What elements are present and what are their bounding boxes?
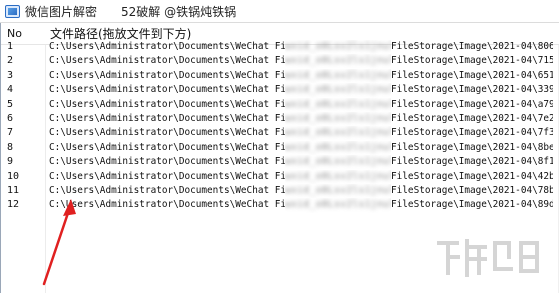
blurred-account-id: wxid_o0Lsv2ls1jnul — [285, 40, 391, 54]
blurred-text: wxid_o0Lsv2ls1jnul — [285, 41, 391, 52]
blurred-text: wxid_o0Lsv2ls1jnul — [285, 98, 391, 110]
file-path-cell: C:\Users\Administrator\Documents\WeChat … — [49, 112, 559, 126]
file-path-suffix: FileStorage\Image\2021-04\715... — [391, 55, 553, 67]
blurred-account-id: wxid_o0Lsv2ls1jnul — [285, 184, 391, 198]
blurred-text: wxid_o0Lsv2ls1jnul — [285, 84, 391, 96]
file-path-cell: C:\Users\Administrator\Documents\WeChat … — [49, 40, 559, 54]
file-path-cell: C:\Users\Administrator\Documents\WeChat … — [49, 155, 559, 169]
file-path-cell: C:\Users\Administrator\Documents\WeChat … — [49, 184, 559, 198]
blurred-text: wxid_o0Lsv2ls1jnul — [285, 170, 391, 182]
row-number: 9 — [7, 156, 14, 168]
blurred-account-id: wxid_o0Lsv2ls1jnul — [285, 112, 391, 126]
blurred-account-id: wxid_o0Lsv2ls1jnul — [285, 198, 391, 212]
row-number: 2 — [7, 55, 14, 67]
table-row[interactable]: 3 C:\Users\Administrator\Documents\WeChat… — [1, 69, 559, 83]
blurred-account-id: wxid_o0Lsv2ls1jnul — [285, 141, 391, 155]
row-number: 4 — [7, 84, 14, 96]
file-path-prefix: C:\Users\Administrator\Documents\WeChat … — [49, 112, 285, 124]
file-path-cell: C:\Users\Administrator\Documents\WeChat … — [49, 170, 559, 184]
table-row[interactable]: 7 C:\Users\Administrator\Documents\WeChat… — [1, 126, 559, 140]
file-path-prefix: C:\Users\Administrator\Documents\WeChat … — [49, 184, 285, 196]
file-path-prefix: C:\Users\Administrator\Documents\WeChat … — [49, 199, 285, 211]
table-row[interactable]: 2 C:\Users\Administrator\Documents\WeChat… — [1, 54, 559, 68]
file-path-prefix: C:\Users\Administrator\Documents\WeChat … — [49, 156, 285, 168]
file-path-suffix: FileStorage\Image\2021-04\42b... — [391, 170, 553, 182]
app-icon — [5, 4, 20, 18]
table-row[interactable]: 1 C:\Users\Administrator\Documents\WeChat… — [1, 40, 559, 54]
file-path-suffix: FileStorage\Image\2021-04\651... — [391, 69, 553, 81]
blurred-account-id: wxid_o0Lsv2ls1jnul — [285, 170, 391, 184]
table-row[interactable]: 10 C:\Users\Administrator\Documents\WeCha… — [1, 170, 559, 184]
blurred-text: wxid_o0Lsv2ls1jnul — [285, 156, 391, 168]
blurred-text: wxid_o0Lsv2ls1jnul — [285, 127, 391, 139]
blurred-account-id: wxid_o0Lsv2ls1jnul — [285, 126, 391, 140]
file-path-prefix: C:\Users\Administrator\Documents\WeChat … — [49, 98, 285, 110]
blurred-text: wxid_o0Lsv2ls1jnul — [285, 55, 391, 67]
row-number: 5 — [7, 98, 14, 110]
file-path-suffix: FileStorage\Image\2021-04\339... — [391, 84, 553, 96]
file-path-prefix: C:\Users\Administrator\Documents\WeChat … — [49, 141, 285, 153]
file-path-prefix: C:\Users\Administrator\Documents\WeChat … — [49, 84, 285, 96]
file-path-prefix: C:\Users\Administrator\Documents\WeChat … — [49, 69, 285, 81]
blurred-text: wxid_o0Lsv2ls1jnul — [285, 69, 391, 81]
file-rows: 1 C:\Users\Administrator\Documents\WeChat… — [1, 40, 559, 213]
file-path-suffix: FileStorage\Image\2021-04\7e2... — [391, 112, 553, 124]
file-path-prefix: C:\Users\Administrator\Documents\WeChat … — [49, 41, 285, 52]
file-path-suffix: FileStorage\Image\2021-04\89d... — [391, 199, 553, 211]
table-row[interactable]: 5 C:\Users\Administrator\Documents\WeChat… — [1, 98, 559, 112]
watermark-logo — [437, 239, 539, 277]
blurred-account-id: wxid_o0Lsv2ls1jnul — [285, 69, 391, 83]
window-title: 微信图片解密 52破解 @铁锅炖铁锅 — [25, 4, 237, 19]
blurred-text: wxid_o0Lsv2ls1jnul — [285, 184, 391, 196]
file-path-cell: C:\Users\Administrator\Documents\WeChat … — [49, 198, 559, 212]
row-number: 6 — [7, 112, 14, 124]
file-path-suffix: FileStorage\Image\2021-04\a79... — [391, 98, 553, 110]
row-number: 3 — [7, 69, 14, 81]
file-path-cell: C:\Users\Administrator\Documents\WeChat … — [49, 69, 559, 83]
file-path-prefix: C:\Users\Administrator\Documents\WeChat … — [49, 55, 285, 67]
blurred-text: wxid_o0Lsv2ls1jnul — [285, 141, 391, 153]
blurred-account-id: wxid_o0Lsv2ls1jnul — [285, 54, 391, 68]
blurred-account-id: wxid_o0Lsv2ls1jnul — [285, 155, 391, 169]
table-row[interactable]: 12 C:\Users\Administrator\Documents\WeCha… — [1, 198, 559, 212]
table-row[interactable]: 6 C:\Users\Administrator\Documents\WeChat… — [1, 112, 559, 126]
row-number: 7 — [7, 127, 14, 139]
file-path-prefix: C:\Users\Administrator\Documents\WeChat … — [49, 170, 285, 182]
file-path-suffix: FileStorage\Image\2021-04\806... — [391, 41, 553, 52]
blurred-account-id: wxid_o0Lsv2ls1jnul — [285, 98, 391, 112]
file-path-cell: C:\Users\Administrator\Documents\WeChat … — [49, 54, 559, 68]
row-number: 1 — [7, 41, 14, 52]
row-number: 8 — [7, 141, 14, 153]
file-path-prefix: C:\Users\Administrator\Documents\WeChat … — [49, 127, 285, 139]
file-path-suffix: FileStorage\Image\2021-04\8be... — [391, 141, 553, 153]
file-path-suffix: FileStorage\Image\2021-04\8f1... — [391, 156, 553, 168]
file-path-cell: C:\Users\Administrator\Documents\WeChat … — [49, 83, 559, 97]
table-row[interactable]: 4 C:\Users\Administrator\Documents\WeChat… — [1, 83, 559, 97]
table-row[interactable]: 11 C:\Users\Administrator\Documents\WeCha… — [1, 184, 559, 198]
blurred-text: wxid_o0Lsv2ls1jnul — [285, 199, 391, 211]
blurred-text: wxid_o0Lsv2ls1jnul — [285, 112, 391, 124]
file-path-cell: C:\Users\Administrator\Documents\WeChat … — [49, 141, 559, 155]
title-bar[interactable]: 微信图片解密 52破解 @铁锅炖铁锅 — [0, 0, 559, 23]
file-path-cell: C:\Users\Administrator\Documents\WeChat … — [49, 126, 559, 140]
file-path-suffix: FileStorage\Image\2021-04\78b... — [391, 184, 553, 196]
file-path-cell: C:\Users\Administrator\Documents\WeChat … — [49, 98, 559, 112]
row-number: 11 — [7, 184, 20, 196]
row-number: 10 — [7, 170, 20, 182]
table-row[interactable]: 9 C:\Users\Administrator\Documents\WeChat… — [1, 155, 559, 169]
file-path-suffix: FileStorage\Image\2021-04\7f3... — [391, 127, 553, 139]
blurred-account-id: wxid_o0Lsv2ls1jnul — [285, 83, 391, 97]
row-number: 12 — [7, 199, 20, 211]
table-row[interactable]: 8 C:\Users\Administrator\Documents\WeChat… — [1, 141, 559, 155]
